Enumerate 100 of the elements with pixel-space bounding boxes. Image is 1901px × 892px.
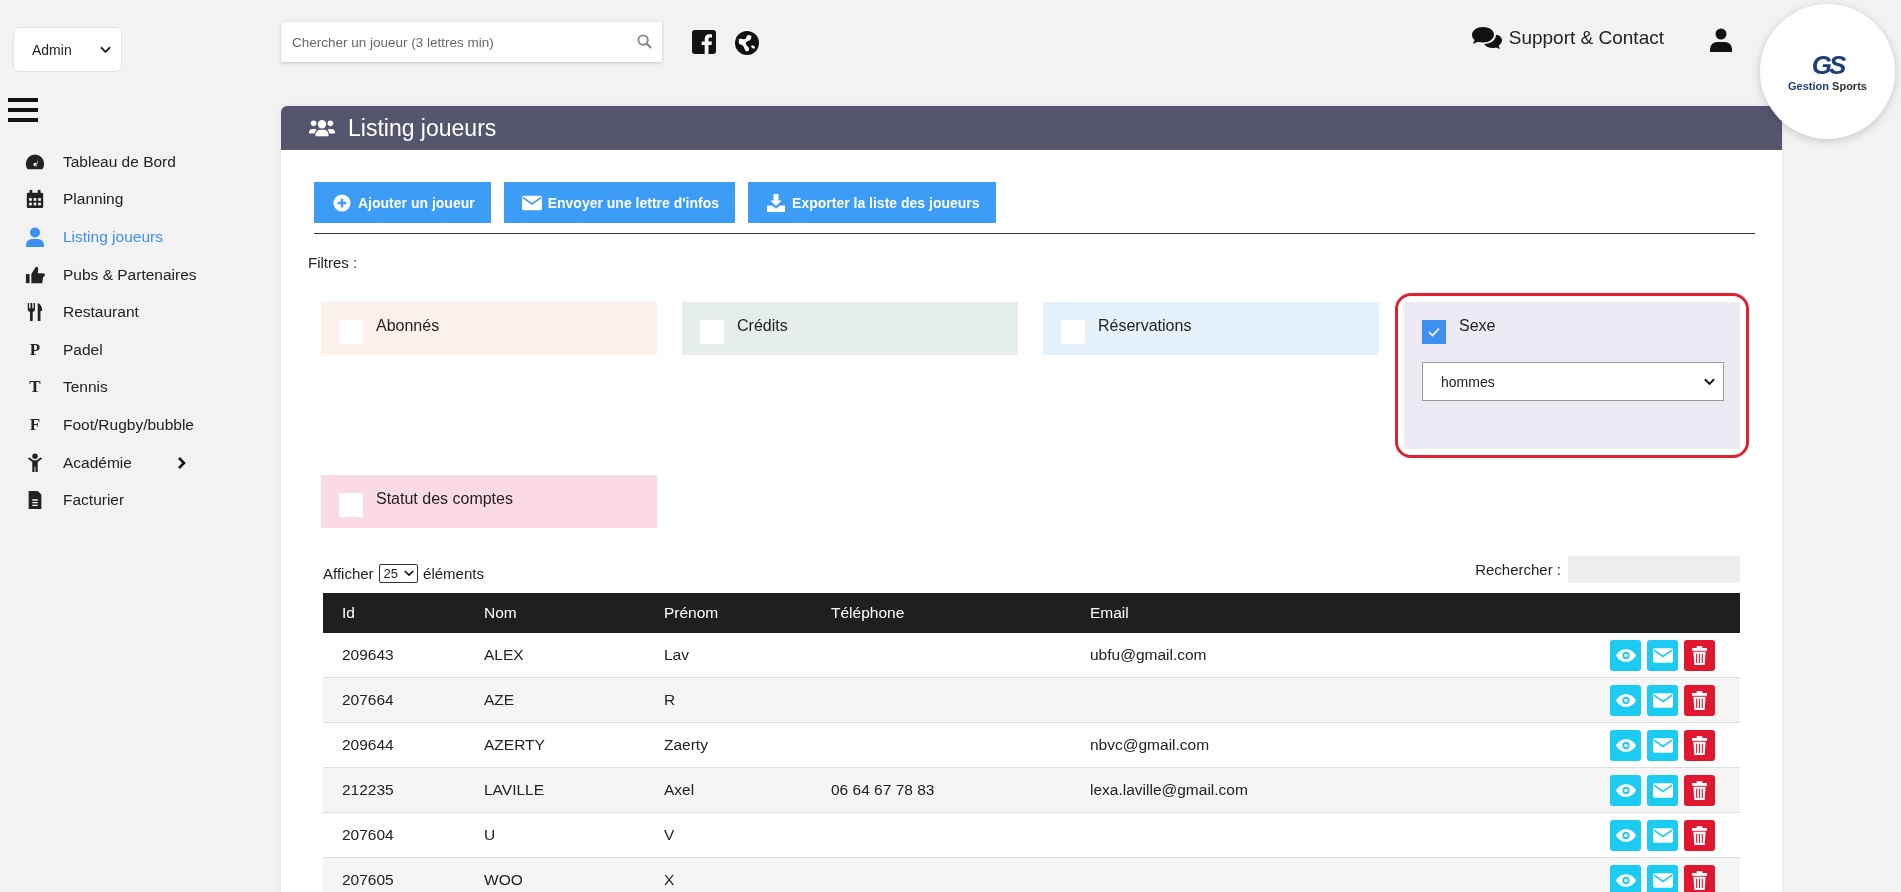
envelope-icon xyxy=(1652,827,1673,843)
table-cell: 207664 xyxy=(342,691,394,708)
table-cell: AZERTY xyxy=(484,736,545,753)
envelope-icon xyxy=(521,193,542,212)
filter-label: Réservations xyxy=(1098,317,1192,335)
filters-label: Filtres : xyxy=(308,254,359,271)
delete-button[interactable] xyxy=(1684,639,1715,671)
chevron-down-icon xyxy=(100,45,111,54)
view-button[interactable] xyxy=(1610,729,1641,761)
table-cell: 212235 xyxy=(342,781,394,798)
filter-checkbox[interactable] xyxy=(700,320,724,344)
calendar-icon xyxy=(25,189,45,210)
view-button[interactable] xyxy=(1610,819,1641,851)
filter-checkbox[interactable] xyxy=(339,493,363,517)
table-cell: 209643 xyxy=(342,646,394,663)
logo-word: Gestion xyxy=(1788,79,1829,92)
table-cell: nbvc@gmail.com xyxy=(1090,736,1210,753)
column-header: Id xyxy=(323,593,484,633)
email-button[interactable] xyxy=(1647,729,1678,761)
column-header: Nom xyxy=(484,593,664,633)
panel-title: Listing joueurs xyxy=(348,114,497,142)
view-button[interactable] xyxy=(1610,774,1641,806)
plus-circle-icon xyxy=(332,193,352,212)
view-button[interactable] xyxy=(1610,864,1641,892)
table-cell: X xyxy=(664,871,675,888)
table-cell: Zaerty xyxy=(664,736,708,753)
envelope-icon xyxy=(1652,647,1673,663)
page-length-select[interactable]: 25 xyxy=(378,564,419,583)
trash-icon xyxy=(1692,645,1707,665)
logo-word: Sports xyxy=(1832,79,1867,92)
trash-icon xyxy=(1692,690,1707,710)
length-label: éléments xyxy=(423,565,484,582)
filter-checkbox[interactable] xyxy=(1061,320,1085,344)
table-cell: Axel xyxy=(664,781,695,798)
eye-icon xyxy=(1615,873,1636,887)
sidebar-link[interactable]: Tennis xyxy=(63,378,108,397)
delete-button[interactable] xyxy=(1684,864,1715,892)
email-button[interactable] xyxy=(1647,864,1678,892)
facebook-icon[interactable] xyxy=(692,30,716,54)
eye-icon xyxy=(1615,693,1636,707)
checkmark-icon xyxy=(1428,327,1440,337)
thumbs-up-icon xyxy=(25,264,45,285)
filter-checkbox[interactable] xyxy=(1422,320,1446,344)
user-icon xyxy=(25,227,45,247)
eye-icon xyxy=(1615,828,1636,842)
delete-button[interactable] xyxy=(1684,819,1715,851)
logo-badge[interactable]: GS Gestion Sports xyxy=(1760,4,1895,139)
globe-icon[interactable] xyxy=(734,30,760,56)
table-cell: LAVILLE xyxy=(484,781,545,798)
child-icon xyxy=(25,452,45,473)
users-group-icon xyxy=(309,118,335,138)
filter-label: Abonnés xyxy=(376,317,440,335)
trash-icon xyxy=(1692,735,1707,755)
player-search-field[interactable]: Chercher un joueur (3 lettres min) xyxy=(281,22,662,62)
role-select[interactable]: Admin xyxy=(13,27,122,72)
email-button[interactable] xyxy=(1647,819,1678,851)
email-button[interactable] xyxy=(1647,684,1678,716)
delete-button[interactable] xyxy=(1684,774,1715,806)
sidebar-link[interactable]: Académie xyxy=(63,453,132,472)
table-cell: WOO xyxy=(484,871,523,888)
eye-icon xyxy=(1615,783,1636,797)
table-cell: 207604 xyxy=(342,826,394,843)
envelope-icon xyxy=(1652,782,1673,798)
view-button[interactable] xyxy=(1610,639,1641,671)
chevron-down-icon xyxy=(1704,377,1715,386)
envelope-icon xyxy=(1652,737,1673,753)
sidebar-link[interactable]: Padel xyxy=(63,340,103,359)
table-cell: 06 64 67 78 83 xyxy=(831,781,935,798)
letter-icon: F xyxy=(29,414,41,435)
column-header: Prénom xyxy=(664,593,831,633)
view-button[interactable] xyxy=(1610,684,1641,716)
trash-icon xyxy=(1692,780,1707,800)
letter-icon: P xyxy=(29,339,41,360)
sidebar-link[interactable]: Pubs & Partenaires xyxy=(63,265,197,284)
delete-button[interactable] xyxy=(1684,684,1715,716)
eye-icon xyxy=(1615,738,1636,752)
table-cell: U xyxy=(484,826,496,843)
chevron-right-icon xyxy=(178,456,186,469)
user-account-icon[interactable] xyxy=(1710,28,1732,52)
support-link[interactable]: Support & Contact xyxy=(1470,26,1664,50)
sidebar-link[interactable]: Facturier xyxy=(63,491,125,510)
envelope-icon xyxy=(1652,692,1673,708)
sidebar-link[interactable]: Tableau de Bord xyxy=(63,152,176,171)
table-cell: AZE xyxy=(484,691,515,708)
filter-label: Sexe xyxy=(1459,317,1496,335)
letter-icon: T xyxy=(29,377,41,398)
email-button[interactable] xyxy=(1647,639,1678,671)
search-icon xyxy=(637,34,652,49)
sidebar-link[interactable]: Foot/Rugby/bubble xyxy=(63,415,194,434)
sex-select[interactable]: hommes xyxy=(1422,362,1724,401)
menu-icon[interactable] xyxy=(8,98,38,122)
table-cell: 209644 xyxy=(342,736,394,753)
trash-icon xyxy=(1692,870,1707,890)
eye-icon xyxy=(1615,648,1636,662)
delete-button[interactable] xyxy=(1684,729,1715,761)
filter-label: Statut des comptes xyxy=(376,490,513,508)
sidebar-link[interactable]: Planning xyxy=(63,190,124,209)
email-button[interactable] xyxy=(1647,774,1678,806)
support-label: Support & Contact xyxy=(1508,27,1664,49)
sidebar-link[interactable]: Restaurant xyxy=(63,303,139,322)
